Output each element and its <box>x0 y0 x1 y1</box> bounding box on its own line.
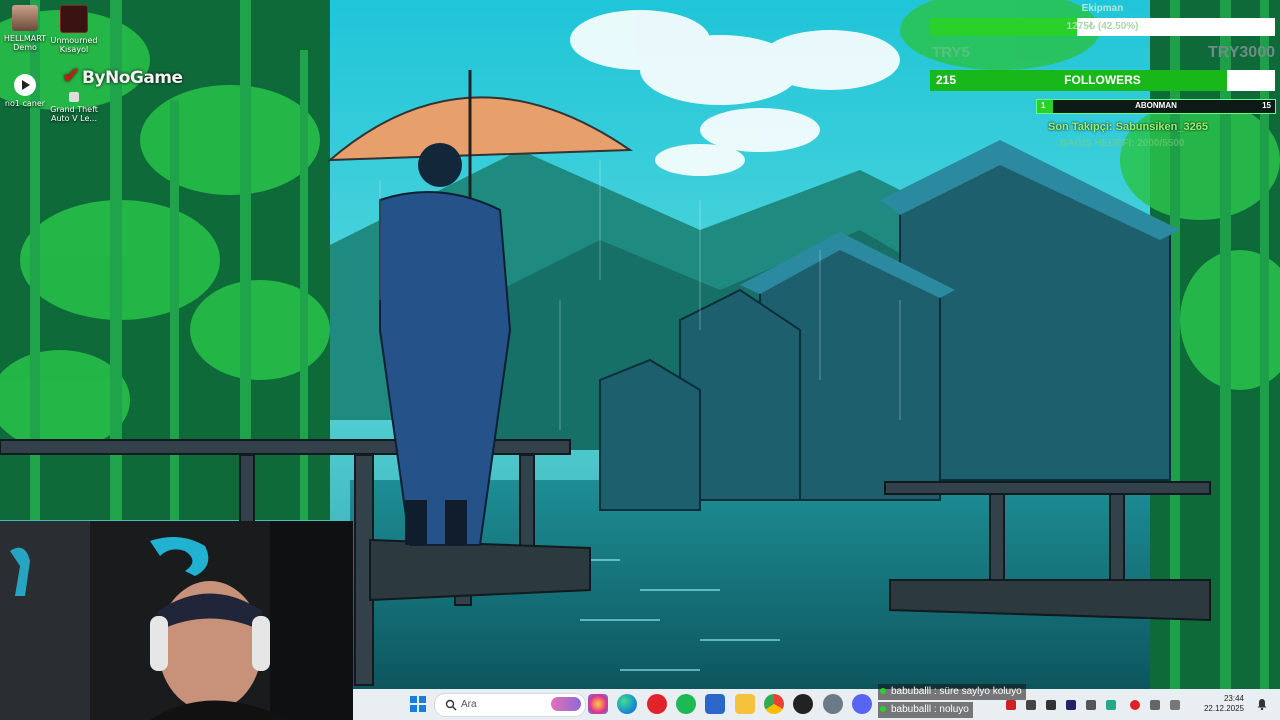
chat-overlay: babuballl : süre saylyo koluyo babuballl… <box>878 684 1178 720</box>
desktop-icon-unmourned[interactable]: Unmourned Kısayol <box>50 5 98 54</box>
clock-time: 23:44 <box>1223 694 1244 703</box>
desktop-icon-label: Grand Theft Auto V Le... <box>50 105 98 123</box>
bynogame-mark-icon: ✔ <box>62 64 80 89</box>
chat-user-badge-icon <box>880 706 886 712</box>
desktop-icon-gta-v[interactable]: Grand Theft Auto V Le... <box>50 92 98 123</box>
game-portrait-icon <box>12 5 38 31</box>
search-icon <box>445 699 457 711</box>
file-explorer-icon[interactable] <box>735 694 755 714</box>
desktop-icon-hellmart[interactable]: HELLMART Demo <box>1 5 49 52</box>
desktop-icon-label: Unmourned Kısayol <box>50 36 98 54</box>
video-file-icon <box>14 74 36 96</box>
currency-start: TRY5 <box>932 44 970 61</box>
chat-username: babuballl <box>891 686 932 697</box>
discord-icon[interactable] <box>852 694 872 714</box>
store-icon[interactable] <box>705 694 725 714</box>
search-placeholder: Ara <box>461 699 477 710</box>
chat-username: babuballl <box>891 704 932 715</box>
chrome-icon[interactable] <box>764 694 784 714</box>
chat-text: süre saylyo koluyo <box>939 686 1022 697</box>
desktop: HELLMART Demo Unmourned Kısayol no1 cane… <box>0 0 1280 720</box>
abonman-label: ABONMAN <box>1135 101 1177 110</box>
bynogame-logo: ✔ ByNoGame <box>62 64 183 89</box>
ekipman-progress-text: 1275₺ (42.50%) <box>1066 21 1139 32</box>
settings-icon[interactable] <box>823 694 843 714</box>
gta-v-icon <box>69 92 79 102</box>
edge-icon[interactable] <box>617 694 637 714</box>
abonman-current: 1 <box>1041 101 1046 110</box>
widget-icon <box>551 697 581 711</box>
chat-message: babuballl : noluyo <box>878 702 973 718</box>
followers-goal: 250 <box>1248 73 1269 87</box>
clock[interactable]: 23:44 22.12.2025 <box>1184 694 1244 714</box>
spotify-icon[interactable] <box>676 694 696 714</box>
notification-bell-icon[interactable] <box>1256 698 1268 710</box>
taskbar-search[interactable]: Ara <box>434 693 586 717</box>
chat-message: babuballl : süre saylyo koluyo <box>878 684 1026 700</box>
desktop-icon-label: no1 caner <box>4 99 46 108</box>
followers-goal-bar: FOLLOWERS 215 250 <box>930 70 1275 91</box>
currency-row: TRY5 TRY3000 <box>930 44 1275 62</box>
last-follower-text: Son Takipçi: Sabunsiken_3265 <box>1048 121 1208 133</box>
clock-date: 22.12.2025 <box>1203 704 1244 713</box>
game-shortcut-icon <box>60 5 88 33</box>
chat-user-badge-icon <box>880 688 886 694</box>
ekipman-title: Ekipman <box>1081 3 1124 14</box>
ekipman-goal-widget: Ekipman 1275₺ (42.50%) <box>930 0 1275 36</box>
donation-goal-text: BAĞIŞ HEDEFİ: 2000/5500 <box>1060 138 1185 149</box>
youtube-music-icon[interactable] <box>647 694 667 714</box>
chat-text: noluyo <box>939 704 969 715</box>
brand-logo-text: ByNoGame <box>81 68 183 88</box>
abonman-goal-bar: ABONMAN 1 15 <box>1036 99 1276 114</box>
followers-current: 215 <box>936 73 957 87</box>
obs-icon[interactable] <box>793 694 813 714</box>
followers-label: FOLLOWERS <box>1064 73 1141 87</box>
currency-goal: TRY3000 <box>1208 44 1275 61</box>
desktop-icon-no1-caner[interactable]: no1 caner <box>1 74 49 108</box>
ekipman-progress-bar: 1275₺ (42.50%) <box>930 18 1275 36</box>
start-icon[interactable] <box>408 694 428 714</box>
desktop-icon-label: HELLMART Demo <box>3 34 47 52</box>
webcam-feed <box>0 521 353 720</box>
copilot-icon[interactable] <box>588 694 608 714</box>
abonman-goal: 15 <box>1262 101 1271 110</box>
